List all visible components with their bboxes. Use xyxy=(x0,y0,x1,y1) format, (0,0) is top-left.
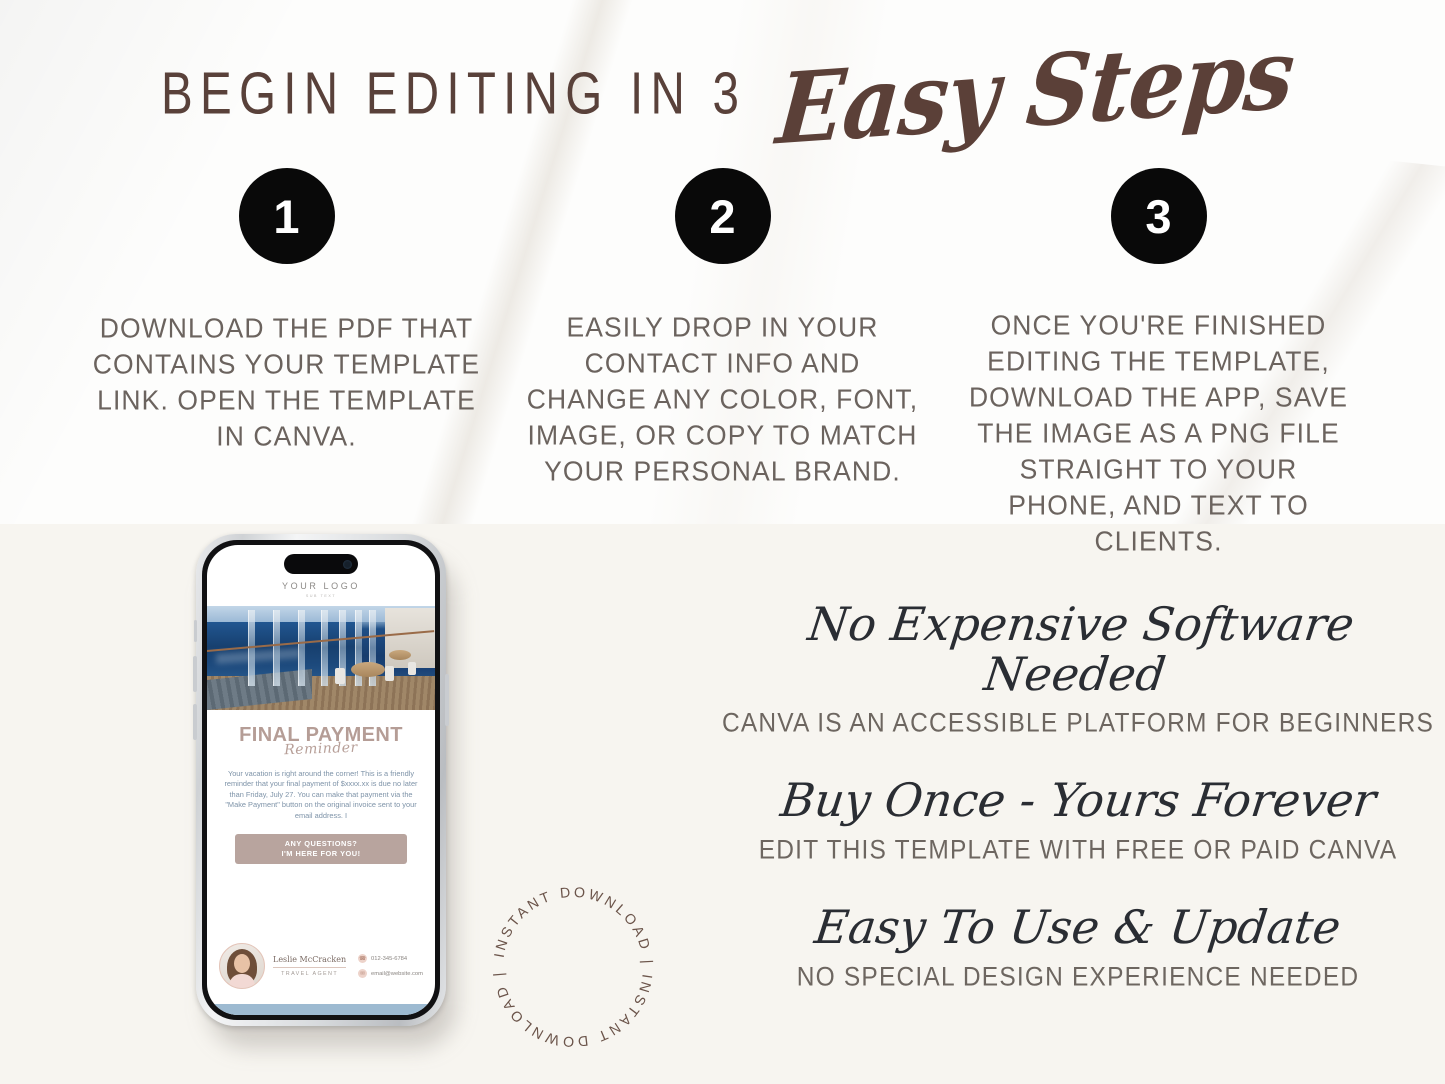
step-item-2: 2 EASILY DROP IN YOUR CONTACT INFO AND C… xyxy=(505,168,941,487)
instant-download-badge: INSTANT DOWNLOAD | INSTANT DOWNLOAD | xyxy=(478,872,668,1062)
page-title-script: Easy Steps xyxy=(772,15,1298,167)
template-cta-button[interactable]: ANY QUESTIONS? I'M HERE FOR YOU! xyxy=(235,834,407,865)
benefit-item-1: No Expensive Software Needed CANVA IS AN… xyxy=(718,597,1438,739)
benefits-list: No Expensive Software Needed CANVA IS AN… xyxy=(718,597,1438,992)
front-camera-icon xyxy=(343,559,352,569)
page-title-main: BEGIN EDITING IN 3 xyxy=(160,61,746,127)
phone-screen: YOUR LOGO SUB TEXT FINAL PAYMENT Reminde… xyxy=(207,545,435,1015)
agent-name: Leslie McCracken xyxy=(273,955,347,964)
benefit-item-2: Buy Once - Yours Forever EDIT THIS TEMPL… xyxy=(718,773,1438,866)
agent-email-row[interactable]: ✉ email@website.com xyxy=(358,969,423,978)
step-description-3: ONCE YOU'RE FINISHED EDITING THE TEMPLAT… xyxy=(968,308,1349,558)
step-item-1: 1 DOWNLOAD THE PDF THAT CONTAINS YOUR TE… xyxy=(69,168,505,452)
template-hero-photo xyxy=(207,606,435,710)
page-title: BEGIN EDITING IN 3 Easy Steps xyxy=(0,15,1445,166)
agent-email: email@website.com xyxy=(371,970,423,977)
benefit-subtext-3: NO SPECIAL DESIGN EXPERIENCE NEEDED xyxy=(796,962,1360,992)
phone-power-button xyxy=(445,674,449,726)
agent-identity: Leslie McCracken TRAVEL AGENT xyxy=(273,955,347,977)
agent-divider xyxy=(273,967,347,968)
step-description-2: EASILY DROP IN YOUR CONTACT INFO AND CHA… xyxy=(526,311,919,487)
benefit-subtext-1: CANVA IS AN ACCESSIBLE PLATFORM FOR BEGI… xyxy=(721,709,1435,739)
photo-ship-wall xyxy=(384,608,435,668)
phone-bezel: YOUR LOGO SUB TEXT FINAL PAYMENT Reminde… xyxy=(202,540,440,1020)
template-logo-text: YOUR LOGO xyxy=(282,581,360,591)
photo-glass-panel xyxy=(321,610,328,686)
agent-role: TRAVEL AGENT xyxy=(281,971,339,977)
badge-text-path: INSTANT DOWNLOAD | INSTANT DOWNLOAD | xyxy=(491,885,655,1050)
template-logo-subtext: SUB TEXT xyxy=(305,594,337,598)
agent-phone-number: 012-345-6784 xyxy=(371,955,408,962)
benefit-item-3: Easy To Use & Update NO SPECIAL DESIGN E… xyxy=(718,900,1438,992)
step-number-badge-1: 1 xyxy=(238,168,335,264)
photo-table xyxy=(350,662,385,677)
template-cta-line-2: I'M HERE FOR YOU! xyxy=(281,849,361,859)
phone-frame: YOUR LOGO SUB TEXT FINAL PAYMENT Reminde… xyxy=(193,534,449,1026)
photo-chair xyxy=(334,668,345,684)
phone-mockup: YOUR LOGO SUB TEXT FINAL PAYMENT Reminde… xyxy=(193,534,458,1048)
phone-mute-switch xyxy=(194,620,197,642)
step-description-1: DOWNLOAD THE PDF THAT CONTAINS YOUR TEMP… xyxy=(92,312,481,452)
agent-phone-row[interactable]: ☎ 012-345-6784 xyxy=(358,954,423,963)
photo-glass-panel xyxy=(273,610,281,686)
dynamic-island xyxy=(284,554,358,574)
phone-icon: ☎ xyxy=(358,954,368,963)
photo-glass-panel xyxy=(298,610,306,686)
agent-avatar xyxy=(219,943,265,989)
phone-volume-up-button xyxy=(193,656,197,692)
template-body-text: Your vacation is right around the corner… xyxy=(224,769,418,820)
photo-chair xyxy=(384,666,394,681)
benefit-subtext-2: EDIT THIS TEMPLATE WITH FREE OR PAID CAN… xyxy=(758,835,1398,866)
photo-chair xyxy=(407,662,416,675)
benefit-headline-3: Easy To Use & Update xyxy=(812,900,1345,955)
poster-root: BEGIN EDITING IN 3 Easy Steps 1 DOWNLOAD… xyxy=(0,0,1445,1084)
phone-volume-down-button xyxy=(193,704,197,740)
badge-circular-text: INSTANT DOWNLOAD | INSTANT DOWNLOAD | xyxy=(491,885,655,1050)
template-footer: Leslie McCracken TRAVEL AGENT ☎ 012-345-… xyxy=(207,928,435,1004)
benefit-headline-1: No Expensive Software Needed xyxy=(805,597,1358,701)
template-bottom-bar xyxy=(207,1004,435,1015)
template-title-block: FINAL PAYMENT Reminder xyxy=(207,724,435,758)
avatar-face xyxy=(234,954,250,973)
step-number-badge-3: 3 xyxy=(1110,168,1207,264)
step-number-badge-2: 2 xyxy=(674,168,771,264)
steps-list: 1 DOWNLOAD THE PDF THAT CONTAINS YOUR TE… xyxy=(0,168,1445,557)
template-cta-line-1: ANY QUESTIONS? xyxy=(284,839,358,849)
benefit-headline-2: Buy Once - Yours Forever xyxy=(777,773,1379,828)
step-item-3: 3 ONCE YOU'RE FINISHED EDITING THE TEMPL… xyxy=(941,168,1377,557)
agent-contact: ☎ 012-345-6784 ✉ email@website.com xyxy=(358,954,423,978)
envelope-icon: ✉ xyxy=(358,969,368,978)
